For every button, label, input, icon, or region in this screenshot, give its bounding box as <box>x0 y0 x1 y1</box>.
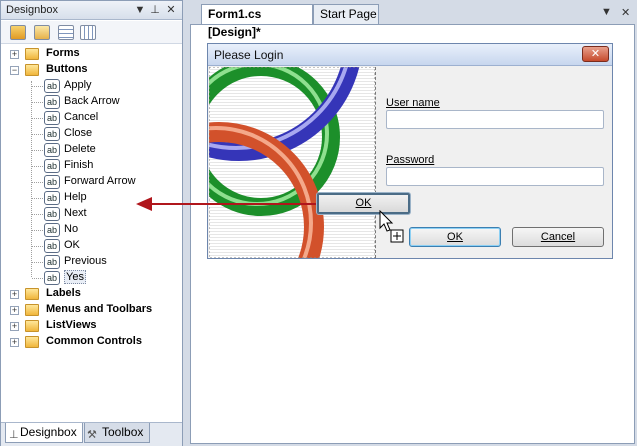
drag-arrow-head <box>136 197 152 211</box>
drag-arrow <box>136 197 318 211</box>
drag-copy-cursor-icon <box>379 210 404 243</box>
drag-preview-label: OK <box>355 197 372 209</box>
